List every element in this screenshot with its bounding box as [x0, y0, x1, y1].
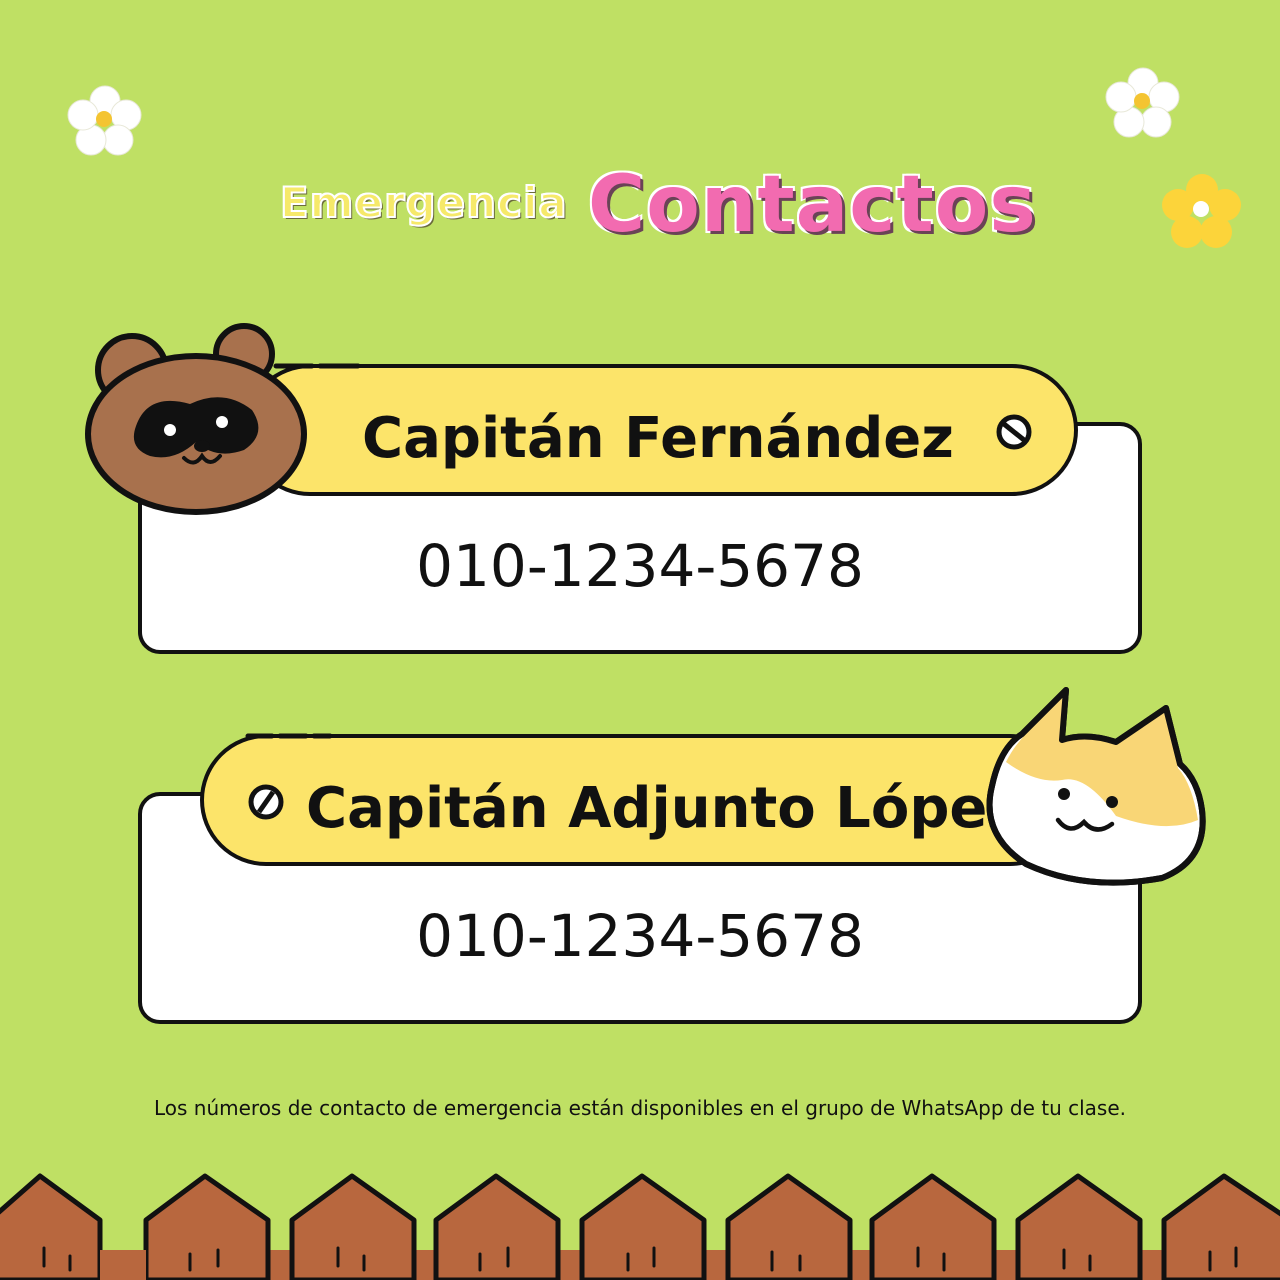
flower-icon: [1162, 174, 1241, 248]
flower-icon: [1105, 67, 1180, 138]
fence: [0, 1173, 1280, 1280]
contact-name-1: Capitán Fernández: [362, 406, 954, 471]
no-sign-icon: [248, 784, 284, 820]
cat-icon: [986, 687, 1206, 886]
contact-phone-2[interactable]: 010-1234-5678: [138, 902, 1142, 970]
contact-name-2: Capitán Adjunto López: [306, 776, 1020, 841]
contact-phone-1[interactable]: 010-1234-5678: [138, 532, 1142, 600]
title-contactos: Contactos: [588, 160, 1037, 250]
raccoon-icon: [85, 323, 307, 515]
title-emergencia: Emergencia: [279, 177, 568, 228]
footer-note: Los números de contacto de emergencia es…: [153, 1096, 1127, 1120]
flower-icon: [67, 85, 142, 156]
no-sign-icon: [996, 414, 1032, 450]
dashed-decoration: [245, 733, 333, 739]
